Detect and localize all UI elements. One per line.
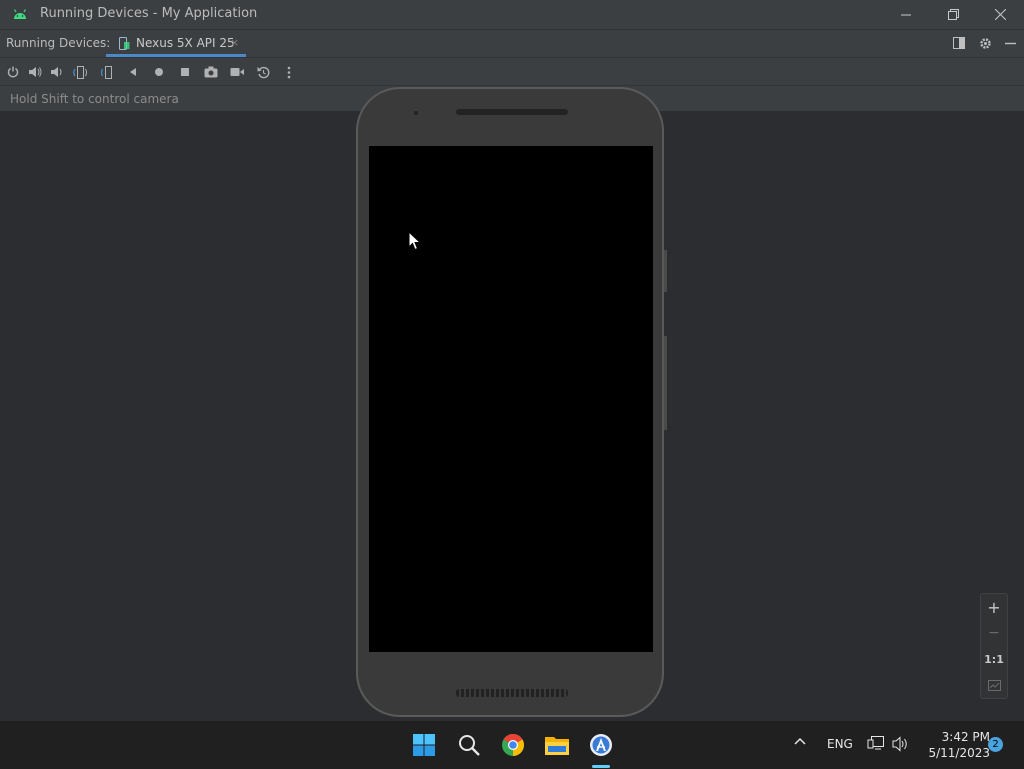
reset-icon [257,66,269,78]
language-indicator[interactable]: ENG [827,737,853,751]
rotate-right-icon [100,65,112,79]
side-volume-key[interactable] [664,336,667,430]
search-icon [459,735,480,756]
front-camera [414,111,418,115]
zoom-fit-button[interactable] [981,672,1007,698]
notification-badge[interactable]: 2 [988,737,1003,752]
fit-icon [987,679,1001,691]
overview-button[interactable] [176,63,194,81]
more-actions-button[interactable] [280,63,298,81]
device-icon [119,37,130,50]
folder-icon [545,737,569,755]
volume-up-button[interactable] [26,63,44,81]
more-icon [287,66,291,78]
network-icon[interactable] [867,736,885,755]
device-frame [356,87,664,717]
tab-label: Nexus 5X API 25 [136,36,235,50]
tab-close-icon[interactable]: × [230,36,239,49]
zoom-in-button[interactable]: + [981,594,1007,620]
title-bar: Running Devices - My Application [0,0,1024,29]
rotate-left-button[interactable] [71,63,89,81]
clock[interactable]: 3:42 PM 5/11/2023 [918,729,990,761]
gear-icon[interactable] [977,35,993,51]
back-button[interactable] [124,63,142,81]
zoom-controls: + − 1:1 [980,593,1008,699]
chevron-up-icon [794,737,806,745]
chrome-icon [502,734,524,756]
layout-icon[interactable] [951,35,967,51]
file-explorer-button[interactable] [543,731,571,759]
home-button[interactable] [150,63,168,81]
windows-taskbar: ENG 3:42 PM 5/11/2023 [0,720,1024,769]
screenshot-icon [204,66,218,78]
tool-window-header: Running Devices: Nexus 5X API 25 × [0,29,1024,57]
show-hidden-icons-button[interactable] [794,735,806,750]
volume-down-button[interactable] [48,63,66,81]
windows-logo-icon [413,734,435,756]
zoom-out-button[interactable]: − [981,620,1007,646]
volume-down-icon [51,67,62,77]
zoom-actual-size-button[interactable]: 1:1 [981,646,1007,672]
screen-record-icon [230,68,244,76]
device-screen[interactable] [369,146,653,652]
tab-nexus-5x[interactable]: Nexus 5X API 25 × [106,30,246,57]
top-speaker [456,109,568,115]
android-studio-button[interactable] [587,731,615,759]
hint-text: Hold Shift to control camera [10,92,179,106]
minimize-button[interactable] [883,0,929,29]
chrome-button[interactable] [499,731,527,759]
mouse-cursor-icon [408,231,422,251]
close-icon [994,9,1006,20]
back-icon [130,68,136,76]
restore-icon [947,9,959,20]
minimize-icon [901,14,911,15]
bottom-speaker [456,689,568,697]
restore-button[interactable] [930,0,976,29]
close-button[interactable] [977,0,1023,29]
volume-up-icon [29,67,42,77]
window-title: Running Devices - My Application [40,6,258,21]
clock-time: 3:42 PM [941,730,990,744]
running-devices-label: Running Devices: [6,36,111,50]
hide-panel-icon[interactable] [1002,35,1018,51]
screen-record-button[interactable] [228,63,246,81]
side-power-key[interactable] [664,250,667,292]
android-icon [13,9,27,19]
search-button[interactable] [455,731,483,759]
overview-icon [181,68,189,76]
start-button[interactable] [410,731,438,759]
clock-date: 5/11/2023 [928,746,990,760]
power-icon [7,66,19,78]
reset-button[interactable] [254,63,272,81]
rotate-left-icon [73,65,87,79]
speaker-icon[interactable] [892,736,910,755]
rotate-right-button[interactable] [99,63,117,81]
screenshot-button[interactable] [202,63,220,81]
power-button[interactable] [4,63,22,81]
android-studio-icon [590,734,612,756]
device-toolbar [0,57,1024,85]
home-icon [155,68,163,76]
